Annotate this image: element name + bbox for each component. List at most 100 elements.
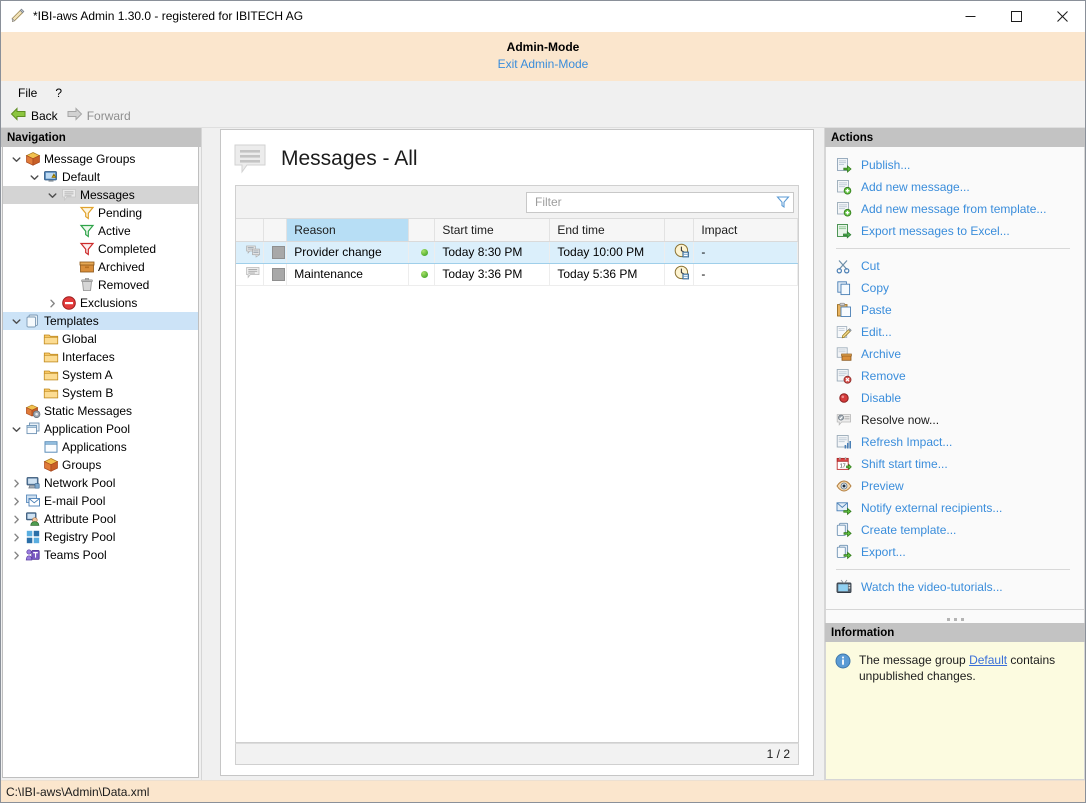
tree-item-removed[interactable]: Removed	[3, 276, 198, 294]
tree-item-default[interactable]: Default	[3, 168, 198, 186]
action-watch-the-video-tutorials[interactable]: Watch the video-tutorials...	[826, 576, 1084, 598]
filter-box[interactable]	[526, 191, 794, 213]
menu-file[interactable]: File	[9, 83, 46, 103]
chevron-down-icon[interactable]	[9, 155, 24, 164]
actions-list[interactable]: Publish... Add new message... Add new mess…	[825, 147, 1085, 610]
tree-item-e-mail-pool[interactable]: E-mail Pool	[3, 492, 198, 510]
tree-item-attribute-pool[interactable]: Attribute Pool	[3, 510, 198, 528]
column-header-clock[interactable]	[664, 219, 695, 242]
tree-item-active[interactable]: Active	[3, 222, 198, 240]
action-create-template[interactable]: Create template...	[826, 519, 1084, 541]
tree-item-system-a[interactable]: System A	[3, 366, 198, 384]
chevron-right-icon[interactable]	[9, 551, 24, 560]
exit-admin-mode-link[interactable]: Exit Admin-Mode	[498, 55, 589, 73]
tree-item-archived[interactable]: Archived	[3, 258, 198, 276]
chevron-down-icon[interactable]	[27, 173, 42, 182]
navigation-tree[interactable]: Message Groups Default Messages Pending Acti…	[2, 147, 199, 778]
funnel-icon[interactable]	[776, 195, 790, 209]
chevron-right-icon[interactable]	[45, 299, 60, 308]
tree-item-pending[interactable]: Pending	[3, 204, 198, 222]
action-resolve-now[interactable]: Resolve now...	[826, 409, 1084, 431]
page-title: Messages - All	[281, 147, 418, 170]
messages-bubble-icon	[233, 143, 267, 175]
maximize-button[interactable]	[993, 1, 1039, 31]
column-header-label: End time	[557, 222, 605, 237]
tree-item-system-b[interactable]: System B	[3, 384, 198, 402]
resolve-icon	[835, 412, 853, 428]
forward-arrow-icon	[66, 107, 83, 124]
tree-item-application-pool[interactable]: Application Pool	[3, 420, 198, 438]
tree-item-label: Messages	[80, 188, 135, 202]
cell-end-time: Today 5:36 PM	[549, 263, 666, 286]
tree-item-static-messages[interactable]: Static Messages	[3, 402, 198, 420]
tree-item-messages[interactable]: Messages	[3, 186, 198, 204]
cell-reason: Maintenance	[286, 263, 410, 286]
tree-item-applications[interactable]: Applications	[3, 438, 198, 456]
action-add-new-message-from-template[interactable]: Add new message from template...	[826, 198, 1084, 220]
action-remove[interactable]: Remove	[826, 365, 1084, 387]
action-shift-start-time[interactable]: 17 Shift start time...	[826, 453, 1084, 475]
grid-footer: 1 / 2	[235, 743, 799, 765]
column-header-start[interactable]: Start time	[434, 219, 551, 242]
chevron-right-icon[interactable]	[9, 533, 24, 542]
panel-resize-grip[interactable]	[825, 610, 1085, 623]
action-archive[interactable]: Archive	[826, 343, 1084, 365]
action-paste[interactable]: Paste	[826, 299, 1084, 321]
tree-item-templates[interactable]: Templates	[3, 312, 198, 330]
information-header: Information	[825, 623, 1085, 642]
back-arrow-icon	[10, 107, 27, 124]
tree-item-registry-pool[interactable]: Registry Pool	[3, 528, 198, 546]
search-input[interactable]	[533, 194, 772, 210]
tree-item-global[interactable]: Global	[3, 330, 198, 348]
chevron-down-icon[interactable]	[9, 425, 24, 434]
column-header-impact[interactable]: Impact	[693, 219, 798, 242]
chevron-right-icon[interactable]	[9, 497, 24, 506]
menu-help[interactable]: ?	[46, 83, 71, 103]
action-edit[interactable]: Edit...	[826, 321, 1084, 343]
action-refresh-impact[interactable]: Refresh Impact...	[826, 431, 1084, 453]
action-export[interactable]: Export...	[826, 541, 1084, 563]
navigation-panel: Navigation Message Groups Default Messages…	[1, 128, 202, 780]
export-icon	[835, 544, 853, 560]
tree-item-label: System B	[62, 386, 114, 400]
action-disable[interactable]: Disable	[826, 387, 1084, 409]
action-notify-external-recipients[interactable]: Notify external recipients...	[826, 497, 1084, 519]
paste-icon	[835, 302, 853, 318]
edit-pencil-icon	[835, 324, 853, 340]
table-row[interactable]: Maintenance Today 3:36 PM Today 5:36 PM -	[236, 263, 798, 286]
action-copy[interactable]: Copy	[826, 277, 1084, 299]
forward-button[interactable]: Forward	[64, 106, 137, 125]
chevron-down-icon[interactable]	[45, 191, 60, 200]
svg-text:17: 17	[840, 463, 846, 469]
cell-end-time: Today 10:00 PM	[549, 240, 666, 264]
tree-item-message-groups[interactable]: Message Groups	[3, 150, 198, 168]
minimize-button[interactable]	[947, 1, 993, 31]
column-header-color[interactable]	[263, 219, 288, 242]
tree-item-teams-pool[interactable]: Teams Pool	[3, 546, 198, 564]
action-preview[interactable]: Preview	[826, 475, 1084, 497]
tree-item-interfaces[interactable]: Interfaces	[3, 348, 198, 366]
chevron-right-icon[interactable]	[9, 515, 24, 524]
action-cut[interactable]: Cut	[826, 255, 1084, 277]
close-button[interactable]	[1039, 1, 1085, 31]
column-header-type[interactable]	[236, 219, 265, 242]
column-header-end[interactable]: End time	[549, 219, 666, 242]
action-add-new-message[interactable]: Add new message...	[826, 176, 1084, 198]
table-header-row: Reason Start time End time Impact	[236, 219, 798, 242]
action-export-messages-to-excel[interactable]: Export messages to Excel...	[826, 220, 1084, 242]
info-group-link[interactable]: Default	[969, 653, 1007, 667]
cell-impact: -	[693, 240, 798, 264]
table-row[interactable]: Provider change Today 8:30 PM Today 10:00 …	[236, 240, 798, 264]
column-header-status[interactable]	[408, 219, 436, 242]
column-header-reason[interactable]: Reason	[286, 219, 410, 242]
tree-item-exclusions[interactable]: Exclusions	[3, 294, 198, 312]
back-button[interactable]: Back	[8, 106, 64, 125]
tree-item-groups[interactable]: Groups	[3, 456, 198, 474]
chevron-down-icon[interactable]	[9, 317, 24, 326]
tree-item-label: E-mail Pool	[44, 494, 106, 508]
action-publish[interactable]: Publish...	[826, 154, 1084, 176]
chevron-right-icon[interactable]	[9, 479, 24, 488]
tree-item-network-pool[interactable]: Network Pool	[3, 474, 198, 492]
tree-item-label: Default	[62, 170, 101, 184]
tree-item-completed[interactable]: Completed	[3, 240, 198, 258]
